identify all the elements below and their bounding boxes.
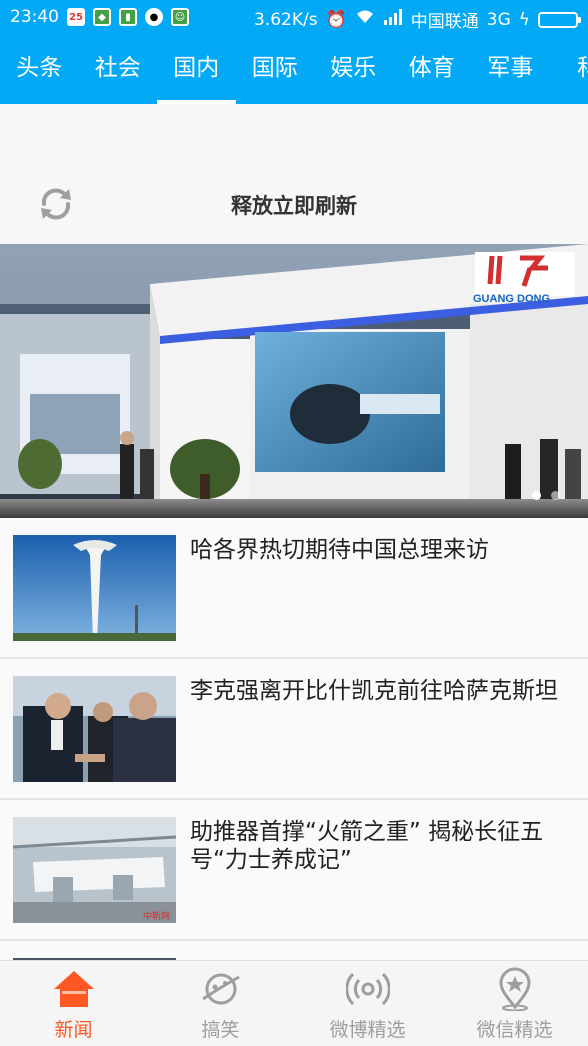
carrier-name: 中国联通	[410, 12, 479, 32]
category-tabs: 头条 社会 国内 国际 娱乐 体育 军事 科	[0, 36, 588, 104]
calendar-icon: 25	[67, 8, 85, 26]
nav-weibo-label: 微博精选	[329, 1019, 406, 1041]
status-right: 3.62K/s ⏰ 中国联通 3G ϟ	[254, 7, 581, 32]
pull-to-refresh: 释放立即刷新	[0, 104, 588, 244]
bottom-navigation: 新闻 搞笑 微博精选 微信精选	[0, 960, 588, 1046]
network-type: 3G	[486, 9, 511, 30]
battery-icon	[538, 11, 581, 28]
nav-wechat[interactable]: 微信精选	[441, 961, 588, 1046]
tab-guonei[interactable]: 国内	[157, 36, 236, 104]
app-screen: 23:40 25 ◆ ▮ ● ☺ 3.62K/s ⏰ 中国联通 3G ϟ 头条 …	[0, 0, 588, 1046]
charging-icon: ϟ	[518, 9, 530, 30]
banner-image: GUANG DONG	[0, 244, 588, 518]
thumbnail-watermark: 中新网	[143, 910, 170, 921]
status-time: 23:40	[10, 7, 59, 27]
carousel-indicator	[532, 491, 560, 500]
nav-news-label: 新闻	[54, 1019, 93, 1041]
news-thumbnail	[13, 676, 176, 782]
nav-funny[interactable]: 搞笑	[147, 961, 294, 1046]
shield-icon: ◆	[93, 8, 111, 26]
tab-toutiao[interactable]: 头条	[0, 36, 79, 104]
wifi-icon	[355, 9, 375, 30]
network-speed: 3.62K/s	[254, 9, 318, 30]
qq-icon: ●	[145, 8, 163, 26]
tab-shehui[interactable]: 社会	[79, 36, 158, 104]
banner-sign-text: GUANG DONG	[473, 293, 550, 305]
nav-funny-label: 搞笑	[201, 1019, 240, 1041]
tab-tiyu[interactable]: 体育	[393, 36, 472, 104]
tab-yule[interactable]: 娱乐	[314, 36, 393, 104]
news-item[interactable]: 中新网 助推器首撑“火箭之重” 揭秘长征五号“力士养成记”	[0, 800, 588, 941]
broadcast-icon	[345, 972, 390, 1006]
android-icon: ☺	[171, 8, 189, 26]
news-item[interactable]: 李克强离开比什凯克前往哈萨克斯坦	[0, 659, 588, 800]
news-thumbnail: 中新网	[13, 817, 176, 923]
nav-wechat-label: 微信精选	[476, 1019, 553, 1041]
news-title: 李克强离开比什凯克前往哈萨克斯坦	[190, 678, 558, 704]
battery-saver-icon: ▮	[119, 8, 137, 26]
alarm-icon: ⏰	[325, 9, 347, 30]
home-icon	[53, 971, 94, 1007]
carousel-dot	[532, 491, 541, 500]
status-bar: 23:40 25 ◆ ▮ ● ☺ 3.62K/s ⏰ 中国联通 3G ϟ	[0, 0, 588, 36]
news-item[interactable]: 哈各界热切期待中国总理来访	[0, 518, 588, 659]
refresh-label: 释放立即刷新	[231, 194, 357, 218]
banner-carousel[interactable]: GUANG DONG	[0, 244, 588, 518]
tab-ke[interactable]: 科	[550, 36, 588, 104]
tab-guoji[interactable]: 国际	[236, 36, 315, 104]
news-title: 哈各界热切期待中国总理来访	[190, 537, 489, 563]
carousel-dot	[551, 491, 560, 500]
signal-icon	[383, 9, 403, 30]
planet-icon	[201, 973, 240, 1005]
news-title: 助推器首撑“火箭之重” 揭秘长征五号“力士养成记”	[190, 819, 544, 873]
nav-weibo[interactable]: 微博精选	[294, 961, 441, 1046]
status-left: 23:40 25 ◆ ▮ ● ☺	[10, 7, 189, 27]
news-thumbnail	[13, 535, 176, 641]
nav-news[interactable]: 新闻	[0, 961, 147, 1046]
tab-junshi[interactable]: 军事	[471, 36, 550, 104]
location-pin-icon	[498, 967, 531, 1011]
